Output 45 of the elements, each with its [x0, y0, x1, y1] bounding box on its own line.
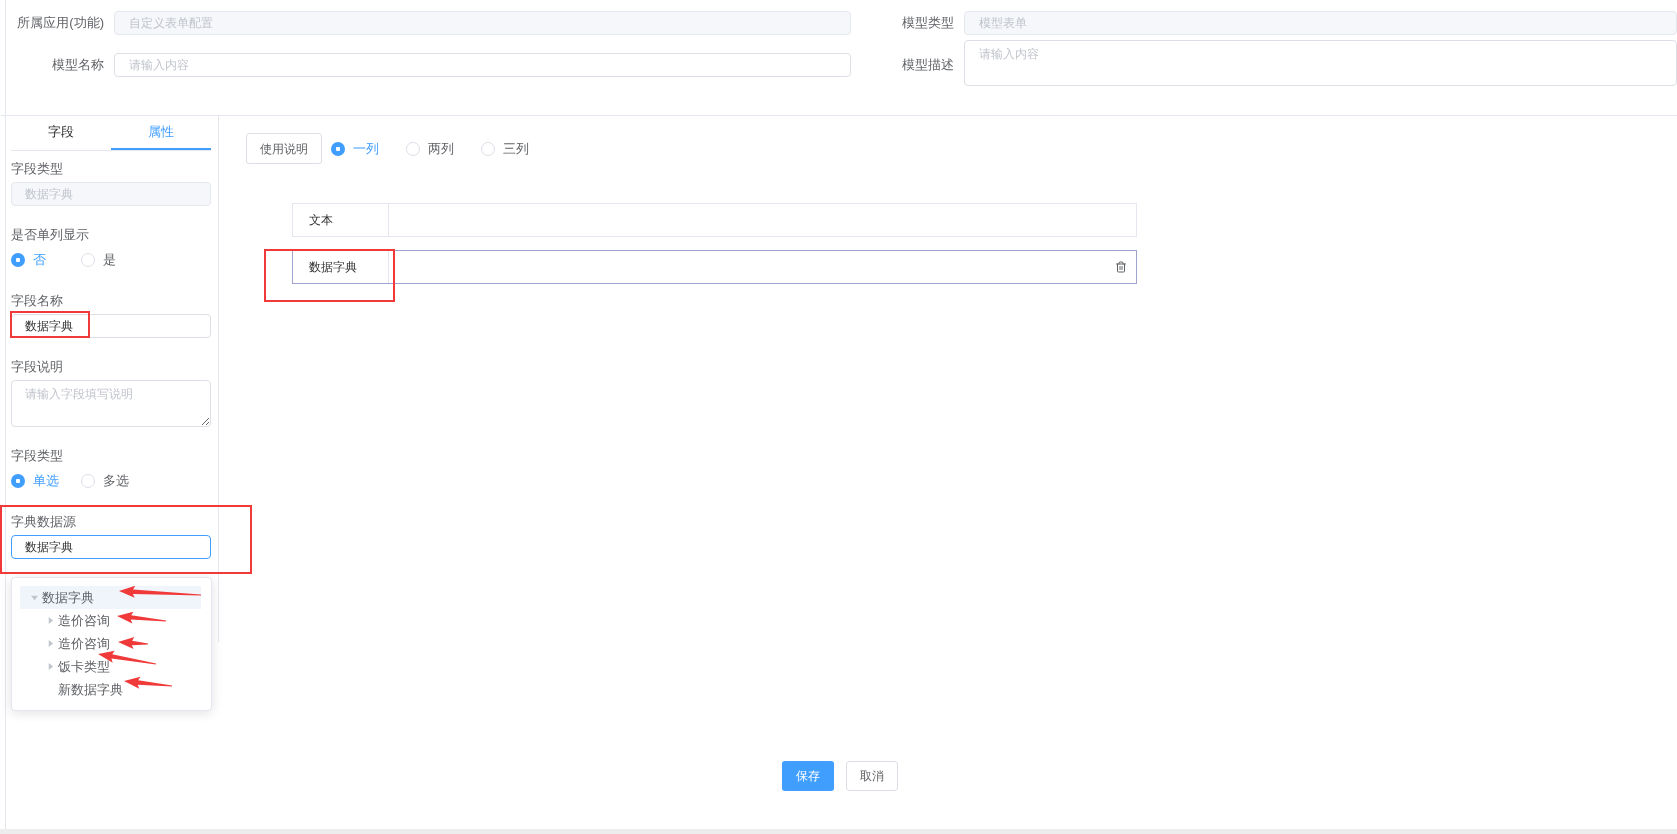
radio-option[interactable]: 是: [81, 250, 116, 270]
field-label: 所属应用(功能): [16, 14, 105, 32]
input-field[interactable]: 数据字典: [11, 314, 211, 338]
input-field[interactable]: 请输入内容: [114, 53, 851, 77]
radio-checked-icon: [11, 474, 25, 488]
property-label: 是否单列显示: [11, 226, 90, 244]
description-field[interactable]: 请输入内容: [964, 40, 1677, 86]
field-label: 模型名称: [51, 56, 105, 74]
row-label: 文本: [293, 204, 389, 236]
input-field[interactable]: 数据字典: [11, 535, 211, 559]
tab[interactable]: 字段: [11, 116, 111, 150]
radio-option[interactable]: 多选: [81, 471, 129, 491]
tree-item[interactable]: 新数据字典: [20, 678, 201, 701]
radio-option[interactable]: 三列: [481, 138, 556, 159]
field-label: 模型类型: [901, 14, 955, 32]
caret-right-icon: [46, 617, 54, 624]
help-button[interactable]: 使用说明: [246, 133, 322, 164]
property-label: 字段名称: [11, 292, 64, 310]
radio-checked-icon: [11, 253, 25, 267]
tree-item[interactable]: 造价咨询: [20, 609, 201, 632]
radio-unchecked-icon: [81, 474, 95, 488]
annotation-arrow: [124, 676, 173, 689]
annotation-arrow: [117, 611, 167, 624]
tree-item[interactable]: 造价咨询: [20, 632, 201, 655]
radio-option[interactable]: 两列: [406, 138, 481, 159]
tree-item[interactable]: 饭卡类型: [20, 655, 201, 678]
radio-checked-icon: [331, 141, 345, 156]
tree-item[interactable]: 数据字典: [20, 586, 201, 609]
form-row[interactable]: 文本: [292, 203, 1137, 237]
radio-unchecked-icon: [406, 141, 420, 156]
caret-down-icon: [30, 594, 38, 601]
property-label: 字段说明: [11, 358, 64, 376]
description-field[interactable]: 请输入字段填写说明: [11, 380, 211, 427]
radio-unchecked-icon: [481, 141, 495, 156]
form-row[interactable]: 数据字典: [292, 250, 1137, 284]
field-label: 模型描述: [901, 56, 955, 74]
cancel-button[interactable]: 取消: [846, 761, 898, 791]
caret-right-icon: [46, 640, 54, 647]
property-label: 字段类型: [11, 447, 64, 465]
property-label: 字典数据源: [11, 513, 77, 531]
radio-unchecked-icon: [81, 253, 95, 267]
caret-right-icon: [46, 663, 54, 670]
row-label: 数据字典: [293, 251, 389, 283]
property-label: 字段类型: [11, 160, 64, 178]
delete-icon[interactable]: [1115, 261, 1127, 273]
